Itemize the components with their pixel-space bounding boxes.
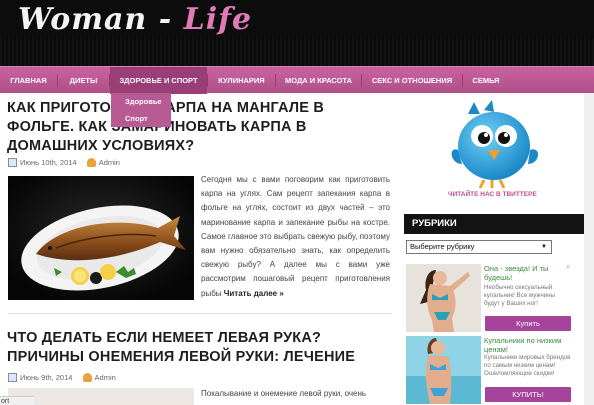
post-title[interactable]: КАК ПРИГОТОВИТЬ КАРПА НА МАНГАЛЕ В ФОЛЬГ… [7, 99, 391, 156]
dropdown-item-health[interactable]: Здоровье [111, 93, 171, 110]
post-image[interactable] [8, 388, 194, 405]
post-meta: Июнь 9th, 2014 Admin [8, 373, 116, 382]
swimsuit-model-photo [406, 336, 481, 404]
nav-item-cooking[interactable]: КУЛИНАРИЯ [208, 67, 275, 94]
post-excerpt-text: Сегодня мы с вами поговорим как приготов… [201, 175, 390, 298]
post-meta: Июнь 10th, 2014 Admin [8, 158, 120, 167]
ad-block[interactable]: Купальники по низким ценам! Купальники м… [406, 336, 571, 404]
main-nav: ГЛАВНАЯ ДИЕТЫ ЗДОРОВЬЕ И СПОРТ КУЛИНАРИЯ… [0, 66, 594, 94]
post-date: Июнь 9th, 2014 [20, 373, 73, 382]
post-image[interactable] [8, 176, 194, 300]
nav-item-health-sport[interactable]: ЗДОРОВЬЕ И СПОРТ [110, 67, 207, 94]
calendar-icon [8, 373, 17, 382]
rubrics-heading: РУБРИКИ [404, 214, 585, 234]
post-excerpt: Сегодня мы с вами поговорим как приготов… [201, 173, 390, 301]
post-date: Июнь 10th, 2014 [20, 158, 77, 167]
dropdown-item-sport[interactable]: Спорт [111, 110, 171, 127]
ad-choices-icon[interactable]: ⌕ [566, 262, 570, 272]
ad-image[interactable] [406, 336, 481, 404]
ad-text: Необычно сексуальный купальник! Все мужч… [484, 284, 555, 307]
twitter-bird-icon[interactable] [448, 100, 544, 195]
ad-block[interactable]: Она - звезда! И ты будешь! ⌕ Необычно се… [406, 262, 571, 332]
nav-item-diets[interactable]: ДИЕТЫ [58, 67, 109, 94]
read-more-link[interactable]: Читать далее » [224, 289, 284, 298]
user-icon [86, 158, 96, 167]
post-author[interactable]: Admin [99, 158, 120, 167]
swimsuit-model-photo [406, 264, 481, 332]
ad-title[interactable]: Купальники по низким ценам! [484, 336, 566, 354]
status-bar: ort [0, 396, 34, 405]
site-header: Woman - Life [0, 0, 594, 66]
ad-text: Купальники мировых брендов по самым низк… [484, 354, 571, 377]
nav-dropdown: Здоровье Спорт [111, 93, 171, 127]
twitter-bird-graphic [451, 100, 539, 189]
chevron-down-icon: ▼ [541, 244, 547, 250]
calendar-icon [8, 158, 17, 167]
nav-item-home[interactable]: ГЛАВНАЯ [0, 67, 57, 94]
header-strip [0, 38, 594, 66]
nav-item-fashion-beauty[interactable]: МОДА И КРАСОТА [276, 67, 361, 94]
ad-image[interactable] [406, 264, 481, 332]
user-icon [82, 373, 92, 382]
grilled-fish-photo [8, 176, 194, 300]
ad-buy-button[interactable]: КУПИТЬ! [485, 387, 571, 402]
logo-part-1: Woman - [18, 2, 184, 37]
rubrics-select-value: Выберите рубрику [410, 242, 475, 251]
post-divider [8, 313, 392, 314]
nav-item-relationships[interactable]: СЕКС И ОТНОШЕНИЯ [362, 67, 462, 94]
ad-title[interactable]: Она - звезда! И ты будешь! [484, 264, 566, 282]
twitter-caption[interactable]: ЧИТАЙТЕ НАС В ТВИТТЕРЕ [448, 191, 537, 198]
logo-part-2: Life [183, 2, 253, 37]
post-title[interactable]: ЧТО ДЕЛАТЬ ЕСЛИ НЕМЕЕТ ЛЕВАЯ РУКА? ПРИЧИ… [7, 329, 391, 367]
vertical-scrollbar[interactable] [584, 93, 594, 405]
nav-item-family[interactable]: СЕМЬЯ [463, 67, 509, 94]
site-logo[interactable]: Woman - Life [18, 2, 252, 37]
post-excerpt: Покалывание и онемение левой руки, очень [201, 389, 367, 398]
rubrics-select[interactable]: Выберите рубрику ▼ [406, 240, 552, 254]
ad-buy-button[interactable]: Купить [485, 316, 571, 331]
post-author[interactable]: Admin [95, 373, 116, 382]
